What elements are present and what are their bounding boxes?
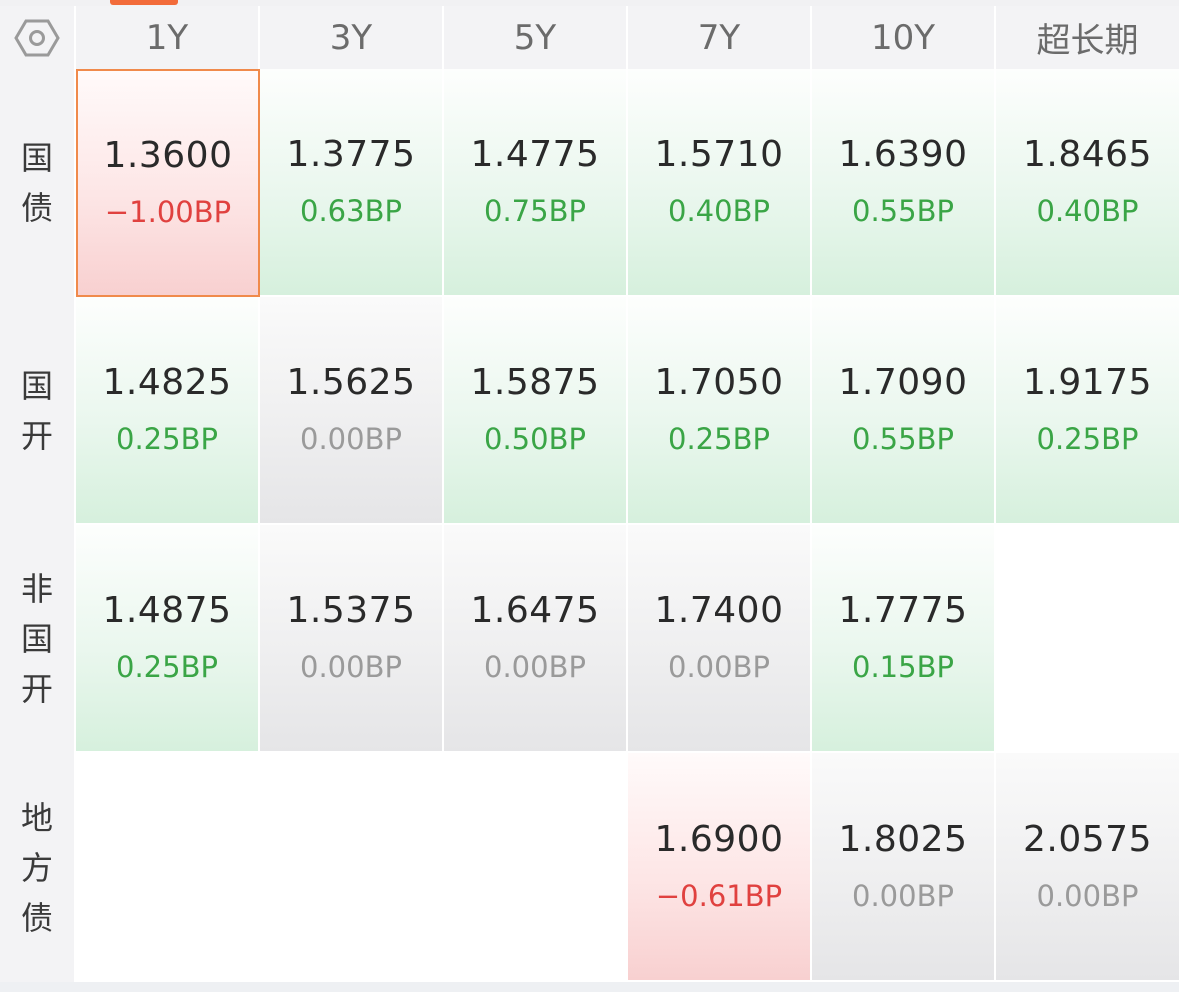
yield-rate: 1.8465 — [1023, 134, 1152, 175]
yield-change: 0.25BP — [668, 422, 770, 456]
yield-rate: 1.5375 — [286, 590, 416, 631]
row-label-char: 债 — [20, 189, 53, 227]
yield-cell-5y[interactable]: 1.5875 0.50BP — [444, 297, 628, 525]
yield-cell-10y[interactable]: 1.7090 0.55BP — [812, 297, 996, 525]
row-treasury: 国债 1.3600 −1.00BP 1.3775 0.63BP 1.4775 0.75BP 1… — [0, 69, 1179, 297]
row-label: 国债 — [0, 69, 76, 297]
column-header-10y[interactable]: 10Y — [812, 6, 996, 69]
yield-rate: 1.4875 — [102, 590, 232, 631]
yield-change: 0.15BP — [852, 650, 954, 684]
yield-rate: 1.4775 — [470, 134, 600, 175]
yield-change: −0.61BP — [655, 878, 783, 913]
yield-cell-3y[interactable]: 1.5375 0.00BP — [260, 525, 444, 753]
yield-rate: 1.7400 — [654, 590, 784, 631]
yield-cell-ultra-long — [996, 525, 1179, 753]
yield-cell-10y[interactable]: 1.6390 0.55BP — [812, 69, 996, 297]
yield-cell-1y[interactable]: 1.4825 0.25BP — [76, 297, 260, 525]
yield-change: 0.25BP — [1036, 422, 1139, 456]
yield-cell-10y[interactable]: 1.7775 0.15BP — [812, 525, 996, 753]
row-label-char: 开 — [20, 670, 53, 708]
yield-change: 0.25BP — [116, 650, 218, 684]
yield-change: 0.40BP — [668, 194, 770, 228]
yield-change: 0.40BP — [1036, 194, 1139, 228]
yield-rate: 1.5710 — [654, 134, 784, 175]
yield-rate: 1.6390 — [838, 134, 968, 175]
yield-rate: 1.7775 — [838, 590, 968, 631]
yield-cell-3y[interactable]: 1.3775 0.63BP — [260, 69, 444, 297]
row-non-cdb: 非国开 1.4875 0.25BP 1.5375 0.00BP 1.6475 0.00BP 1… — [0, 525, 1179, 753]
yield-change: 0.50BP — [484, 422, 586, 456]
row-label-char: 国 — [20, 367, 53, 405]
yield-change: 0.00BP — [852, 878, 954, 913]
yield-change: 0.00BP — [484, 650, 586, 684]
yield-rate: 1.5625 — [286, 362, 416, 403]
yield-change: 0.55BP — [852, 422, 954, 456]
yield-rate: 1.6900 — [654, 818, 784, 860]
yield-cell-3y — [260, 753, 444, 982]
yield-rate: 1.9175 — [1023, 362, 1152, 403]
yield-change: −1.00BP — [104, 195, 232, 229]
yield-cell-7y[interactable]: 1.5710 0.40BP — [628, 69, 812, 297]
yield-cell-5y[interactable]: 1.6475 0.00BP — [444, 525, 628, 753]
row-label-char: 国 — [20, 139, 53, 177]
yield-cell-7y[interactable]: 1.7400 0.00BP — [628, 525, 812, 753]
yield-change: 0.00BP — [668, 650, 770, 684]
yield-cell-1y — [76, 753, 260, 982]
column-header-7y[interactable]: 7Y — [628, 6, 812, 69]
row-local-gov: 地方债 1.6900 −0.61BP 1.8025 0.00BP 2.0575 0.00BP — [0, 753, 1179, 982]
yield-change: 0.63BP — [300, 194, 402, 228]
row-label-char: 方 — [20, 848, 53, 887]
yield-cell-7y[interactable]: 1.7050 0.25BP — [628, 297, 812, 525]
row-label-char: 开 — [20, 417, 53, 455]
yield-rate: 1.6475 — [470, 590, 600, 631]
bottom-divider — [0, 982, 1179, 992]
yield-change: 0.55BP — [852, 194, 954, 228]
column-header-3y[interactable]: 3Y — [260, 6, 444, 69]
yield-cell-ultra-long[interactable]: 1.8465 0.40BP — [996, 69, 1179, 297]
row-label: 非国开 — [0, 525, 76, 753]
yield-change: 0.25BP — [116, 422, 218, 456]
hexagon-settings-icon — [14, 19, 60, 56]
row-label-char: 非 — [20, 570, 53, 608]
yield-rate: 1.7050 — [654, 362, 784, 403]
yield-cell-ultra-long[interactable]: 1.9175 0.25BP — [996, 297, 1179, 525]
yield-cell-3y[interactable]: 1.5625 0.00BP — [260, 297, 444, 525]
yield-cell-5y[interactable]: 1.4775 0.75BP — [444, 69, 628, 297]
yield-matrix: 1Y 3Y 5Y 7Y 10Y 超长期 国债 1.3600 −1.00BP 1.377… — [0, 0, 1179, 992]
yield-rate: 1.3775 — [286, 134, 416, 175]
yield-cell-5y — [444, 753, 628, 982]
row-label-char: 国 — [20, 620, 53, 658]
yield-change: 0.75BP — [484, 194, 586, 228]
yield-rate: 1.3600 — [103, 135, 233, 176]
yield-change: 0.00BP — [300, 650, 402, 684]
yield-change: 0.00BP — [300, 422, 402, 456]
yield-rate: 1.8025 — [838, 818, 968, 860]
row-label: 国开 — [0, 297, 76, 525]
yield-cell-1y[interactable]: 1.3600 −1.00BP — [76, 69, 260, 297]
yield-rate: 2.0575 — [1023, 818, 1152, 860]
column-header-ultra-long[interactable]: 超长期 — [996, 6, 1179, 69]
yield-rate: 1.7090 — [838, 362, 968, 403]
row-label-char: 债 — [20, 898, 53, 937]
yield-rate: 1.4825 — [102, 362, 232, 403]
row-label-char: 地 — [20, 798, 53, 837]
row-cdb: 国开 1.4825 0.25BP 1.5625 0.00BP 1.5875 0.50BP 1.… — [0, 297, 1179, 525]
column-header-5y[interactable]: 5Y — [444, 6, 628, 69]
yield-cell-ultra-long[interactable]: 2.0575 0.00BP — [996, 753, 1179, 982]
column-header-1y[interactable]: 1Y — [76, 6, 260, 69]
active-tab-indicator — [110, 0, 178, 5]
yield-change: 0.00BP — [1036, 878, 1139, 913]
yield-cell-10y[interactable]: 1.8025 0.00BP — [812, 753, 996, 982]
tenor-header: 1Y 3Y 5Y 7Y 10Y 超长期 — [0, 6, 1179, 69]
yield-cell-1y[interactable]: 1.4875 0.25BP — [76, 525, 260, 753]
yield-rate: 1.5875 — [470, 362, 600, 403]
row-label: 地方债 — [0, 753, 76, 982]
settings-button[interactable] — [0, 6, 76, 69]
yield-cell-7y[interactable]: 1.6900 −0.61BP — [628, 753, 812, 982]
